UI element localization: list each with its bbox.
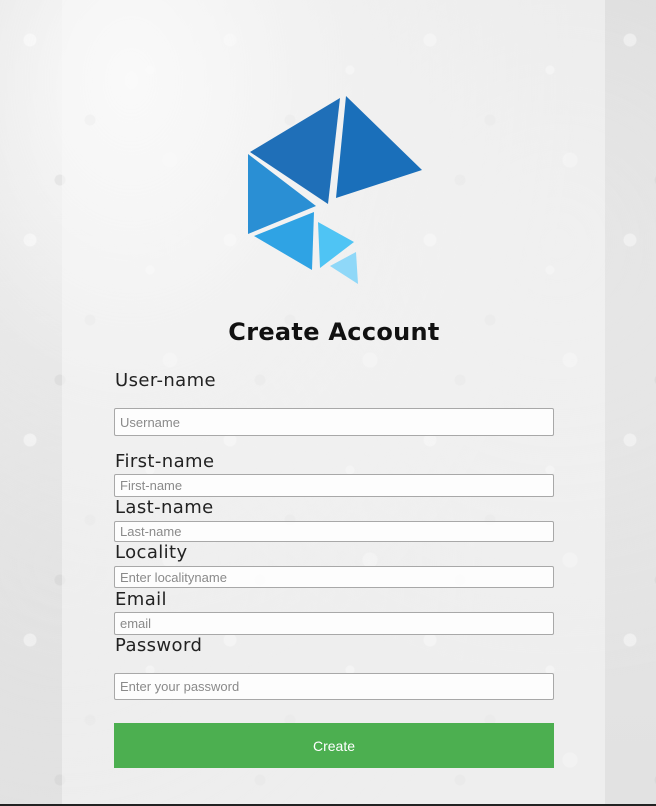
locality-input[interactable] [114, 566, 554, 588]
logo-icon [248, 96, 422, 284]
password-input[interactable] [114, 673, 554, 700]
first-name-label: First-name [115, 451, 215, 472]
first-name-input[interactable] [114, 474, 554, 497]
last-name-label: Last-name [115, 497, 214, 518]
locality-label: Locality [115, 542, 188, 563]
username-input[interactable] [114, 408, 554, 436]
last-name-input[interactable] [114, 521, 554, 542]
page-title: Create Account [228, 318, 440, 346]
password-label: Password [115, 635, 203, 656]
create-button[interactable]: Create [114, 723, 554, 768]
email-input[interactable] [114, 612, 554, 635]
email-label: Email [115, 589, 167, 610]
username-label: User-name [115, 370, 217, 391]
logo-triangle-top-right [336, 96, 422, 198]
